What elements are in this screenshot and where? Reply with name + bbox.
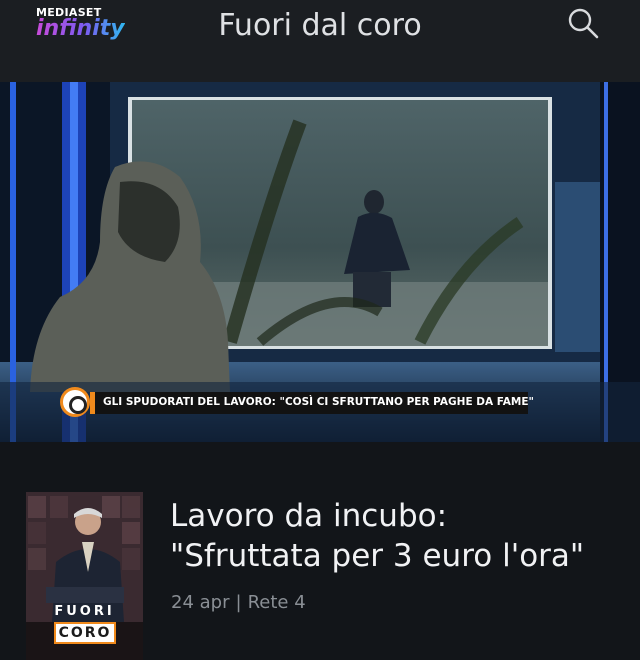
episode-date: 24 apr: [171, 592, 230, 613]
thumbnail-title-line2: CORO: [54, 622, 116, 644]
episode-title-line2: "Sfruttata per 3 euro l'ora": [170, 538, 585, 574]
program-logo-icon: [60, 387, 90, 417]
episode-thumbnail[interactable]: FUORI CORO: [26, 492, 143, 660]
banner-text: GLI SPUDORATI DEL LAVORO: "COSÌ CI SFRUT…: [103, 396, 534, 408]
episode-meta: 24 apr | Rete 4: [171, 592, 306, 613]
episode-title[interactable]: Lavoro da incubo: "Sfruttata per 3 euro …: [170, 496, 620, 576]
banner-bar: GLI SPUDORATI DEL LAVORO: "COSÌ CI SFRUT…: [90, 392, 534, 414]
search-icon: [568, 8, 599, 39]
page-title: Fuori dal coro: [218, 8, 422, 43]
episode-channel: Rete 4: [247, 592, 306, 613]
news-banner: GLI SPUDORATI DEL LAVORO: "COSÌ CI SFRUT…: [60, 387, 534, 417]
thumbnail-title-line1: FUORI: [54, 604, 115, 619]
search-button[interactable]: [566, 6, 602, 42]
top-bar: MEDIASET infinity Fuori dal coro: [0, 0, 640, 82]
meta-separator: |: [235, 592, 242, 613]
episode-title-line1: Lavoro da incubo:: [170, 498, 448, 534]
hero-video[interactable]: GLI SPUDORATI DEL LAVORO: "COSÌ CI SFRUT…: [0, 82, 640, 442]
